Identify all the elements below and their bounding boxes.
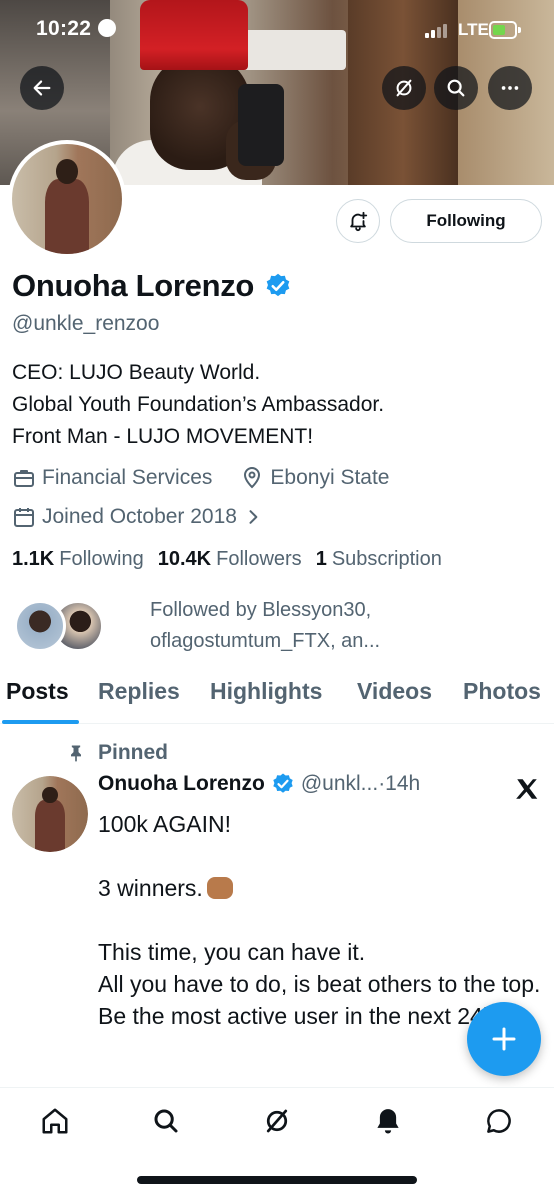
profile-name-row: Onuoha Lorenzo [12, 268, 292, 304]
status-time: 10:22 [36, 17, 92, 40]
grok-icon [266, 1109, 288, 1133]
verified-badge-icon [273, 773, 293, 793]
nav-notifications[interactable] [371, 1104, 405, 1138]
following-button[interactable]: Following [390, 199, 542, 243]
bio-line: Front Man - LUJO MOVEMENT! [12, 425, 314, 448]
nav-messages[interactable] [482, 1104, 516, 1138]
profile-display-name: Onuoha Lorenzo [12, 268, 255, 303]
more-button[interactable] [488, 66, 532, 110]
pinned-label: Pinned [98, 741, 169, 764]
x-logo-icon[interactable] [514, 776, 540, 802]
bell-plus-icon [350, 211, 368, 232]
pinned-label-row: Pinned [66, 741, 168, 765]
more-icon [501, 86, 519, 90]
profile-location: Ebonyi State [270, 466, 390, 489]
following-count-link[interactable]: 1.1K Following [12, 548, 144, 571]
post-line: This time, you can have it. [98, 939, 366, 965]
profile-handle: @unkle_renzoo [12, 312, 160, 335]
status-face-icon [98, 19, 116, 37]
tab-videos[interactable]: Videos [357, 678, 432, 705]
calendar-icon [14, 508, 34, 527]
chevron-right-icon [249, 510, 258, 524]
avatar-photo [12, 144, 122, 254]
pin-icon [71, 745, 81, 762]
grok-icon [396, 79, 412, 97]
nav-grok[interactable] [260, 1104, 294, 1138]
location-pin-icon [244, 467, 261, 489]
back-arrow-icon [33, 80, 51, 96]
bio-line: Global Youth Foundation’s Ambassador. [12, 393, 385, 416]
subscriptions-count-link[interactable]: 1 Subscription [316, 548, 442, 571]
search-button[interactable] [434, 66, 478, 110]
post-line: 100k AGAIN! [98, 811, 231, 837]
back-button[interactable] [20, 66, 64, 110]
tab-highlights[interactable]: Highlights [210, 678, 322, 705]
bio-line: CEO: LUJO Beauty World. [12, 361, 261, 384]
compose-post-button[interactable] [467, 1002, 541, 1076]
post-line: All you have to do, is beat others to th… [98, 971, 541, 997]
active-tab-indicator [2, 720, 79, 724]
post-timestamp[interactable]: ·14h [378, 772, 420, 796]
notifications-toggle-button[interactable] [336, 199, 380, 243]
tab-posts[interactable]: Posts [6, 678, 69, 705]
profile-joined-row[interactable]: Joined October 2018 [12, 505, 269, 529]
avatar-photo [12, 776, 88, 852]
mutual-follower-avatar [14, 600, 66, 652]
profile-meta-row: Financial Services Ebonyi State [12, 466, 390, 490]
tab-replies[interactable]: Replies [98, 678, 180, 705]
messages-icon [487, 1109, 511, 1133]
banner-phone [238, 84, 284, 166]
notifications-icon [377, 1109, 399, 1134]
post-author-name[interactable]: Onuoha Lorenzo [98, 772, 265, 796]
post-author-avatar[interactable] [12, 776, 88, 852]
home-icon [42, 1108, 68, 1134]
followers-count-link[interactable]: 10.4K Followers [158, 548, 302, 571]
nav-search[interactable] [149, 1104, 183, 1138]
post-author-handle: @unkl... [300, 772, 379, 795]
nav-home[interactable] [38, 1104, 72, 1138]
profile-category[interactable]: Financial Services [42, 466, 212, 490]
followed-by-text[interactable]: Followed by Blessyon30, oflagostumtum_FT… [150, 595, 530, 657]
plus-icon [492, 1027, 516, 1051]
search-icon [447, 79, 465, 97]
briefcase-icon [14, 470, 34, 487]
profile-joined-date: Joined October 2018 [42, 505, 237, 528]
search-icon [154, 1109, 178, 1133]
signal-icon [425, 22, 447, 38]
mutual-followers-avatars[interactable] [14, 600, 106, 656]
network-label: LTE [458, 20, 489, 39]
profile-stats: 1.1K Following 10.4K Followers 1 Subscripti… [12, 548, 442, 571]
battery-icon [489, 21, 521, 39]
profile-bio: CEO: LUJO Beauty World. Global Youth Fou… [12, 357, 384, 453]
profile-avatar[interactable] [8, 140, 126, 258]
tab-photos[interactable]: Photos [463, 678, 541, 705]
grok-button[interactable] [382, 66, 426, 110]
status-bar: 10:22 LTE [0, 0, 554, 60]
verified-badge-icon[interactable] [264, 272, 292, 300]
post-line: 3 winners. [98, 872, 546, 904]
home-indicator[interactable] [137, 1176, 417, 1184]
fist-emoji-icon [206, 877, 233, 899]
profile-tabs: Posts Replies Highlights Videos Photos [0, 668, 554, 724]
post-header: Onuoha Lorenzo @unkl... ·14h [98, 772, 420, 796]
